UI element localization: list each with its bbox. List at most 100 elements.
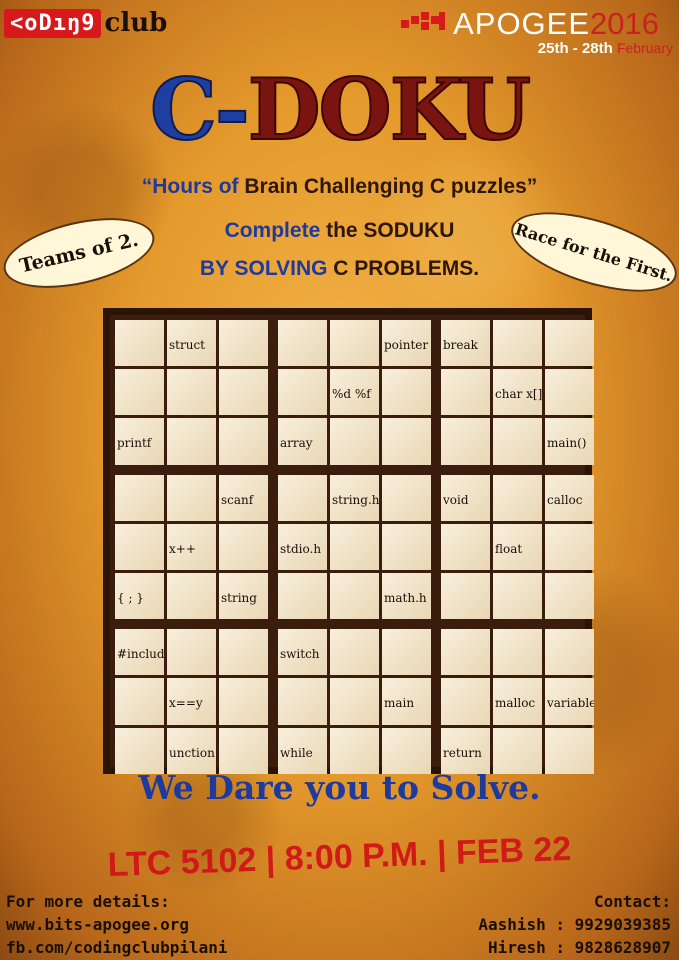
grid-cell: scanf: [219, 474, 268, 521]
footer-details: For more details: www.bits-apogee.org fb…: [6, 890, 228, 959]
grid-cell-text: x++: [169, 541, 196, 556]
grid-cell-text: { ; }: [117, 591, 144, 605]
contact-label: Contact:: [593, 892, 671, 911]
grid-cell-text: main: [384, 696, 415, 711]
grid-cell-text: scanf: [221, 492, 254, 507]
page-title: C-DOKU: [0, 67, 679, 153]
grid-cell: [382, 369, 431, 416]
grid-cell-text: void: [443, 492, 469, 507]
grid-cell: [493, 727, 542, 774]
grid-cell: [382, 474, 431, 521]
grid-cell: [493, 573, 542, 620]
grid-cell-text: char x[]: [495, 387, 542, 402]
grid-cell: [115, 678, 164, 725]
grid-cell-text: break: [443, 338, 478, 352]
grid-cell: switch: [278, 629, 327, 676]
grid-cell: [330, 418, 379, 465]
grid-cell-text: variable: [547, 696, 594, 711]
grid-cell: void: [441, 474, 490, 521]
grid-cell: [167, 474, 216, 521]
grid-cell-text: printf: [117, 436, 152, 451]
details-label: For more details:: [6, 892, 170, 911]
grid-cell: [382, 523, 431, 570]
grid-cell: [115, 320, 164, 367]
grid-cell-text: while: [280, 745, 313, 760]
contact-hiresh: Hiresh : 9828628907: [487, 938, 671, 957]
grid-cell: [115, 523, 164, 570]
grid-cell: malloc: [493, 678, 542, 725]
grid-cell: char x[]: [493, 369, 542, 416]
grid-cell: [441, 678, 490, 725]
grid-cell: [219, 727, 268, 774]
grid-cell-text: string.h: [332, 492, 379, 507]
grid-cell-text: math.h: [384, 591, 427, 605]
grid-cell: [167, 629, 216, 676]
grid-cell-text: main(): [547, 436, 587, 451]
grid-cell: [545, 629, 594, 676]
grid-cell: string.h: [330, 474, 379, 521]
event-info: LTC 5102 | 8:00 P.M. | FEB 22: [107, 829, 572, 885]
grid-cell: [441, 523, 490, 570]
grid-cell: [493, 418, 542, 465]
grid-cell: math.h: [382, 573, 431, 620]
grid-cell: while: [278, 727, 327, 774]
grid-cell: [330, 629, 379, 676]
facebook-link[interactable]: fb.com/codingclubpilani: [6, 936, 228, 959]
grid-cell-text: calloc: [547, 492, 583, 507]
grid-cell-text: struct: [169, 338, 205, 352]
grid-cell: [115, 369, 164, 416]
grid-cell-text: float: [495, 541, 523, 556]
grid-cell: [545, 523, 594, 570]
grid-cell: [493, 629, 542, 676]
grid-cell: [545, 369, 594, 416]
grid-cell: [115, 474, 164, 521]
grid-cell: [278, 573, 327, 620]
grid-cell: string: [219, 573, 268, 620]
coding-club-logo: <oDıŋ9 club: [4, 8, 167, 38]
grid-cell: [545, 727, 594, 774]
grid-cell: x==y: [167, 678, 216, 725]
grid-cell: [167, 418, 216, 465]
grid-cell-text: #include: [117, 647, 164, 662]
grid-cell: x++: [167, 523, 216, 570]
website-link[interactable]: www.bits-apogee.org: [6, 913, 228, 936]
grid-cell: main(): [545, 418, 594, 465]
grid-cell: [441, 418, 490, 465]
race-bubble: Race for the First.: [502, 196, 679, 308]
apogee-name: APOGEE: [453, 6, 591, 41]
grid-cell: [219, 629, 268, 676]
grid-cell: [330, 573, 379, 620]
grid-cell-text: stdio.h: [280, 541, 322, 556]
grid-cell: { ; }: [115, 573, 164, 620]
grid-cell: pointer: [382, 320, 431, 367]
grid-cell: array: [278, 418, 327, 465]
title-doku: DOKU: [247, 60, 532, 159]
grid-cell: [441, 369, 490, 416]
grid-cell: [330, 678, 379, 725]
grid-cell: return: [441, 727, 490, 774]
grid-cell: [382, 629, 431, 676]
club-word: club: [104, 8, 168, 38]
grid-cell: [278, 474, 327, 521]
grid-cell-text: x==y: [169, 696, 203, 711]
contact-aashish: Aashish : 9929039385: [478, 915, 671, 934]
grid-cell: [330, 523, 379, 570]
grid-cell: [382, 727, 431, 774]
footer-contact: Contact: Aashish : 9929039385 Hiresh : 9…: [478, 890, 671, 959]
grid-cell: [115, 727, 164, 774]
coding-logo-badge: <oDıŋ9: [4, 8, 102, 38]
grid-cell: stdio.h: [278, 523, 327, 570]
grid-cell-text: %d %f: [332, 387, 371, 402]
grid-cell: main: [382, 678, 431, 725]
tagline: “Hours of Brain Challenging C puzzles”: [141, 175, 538, 198]
sudoku-grid: struct pointer break %d %f char x[] printf arr…: [103, 308, 594, 774]
grid-cell: [545, 573, 594, 620]
grid-cell: unction: [167, 727, 216, 774]
grid-cell: [219, 678, 268, 725]
grid-cell: #include: [115, 629, 164, 676]
grid-cell: [278, 320, 327, 367]
grid-cell-text: return: [443, 745, 482, 760]
grid-cell: [219, 418, 268, 465]
grid-cell-text: pointer: [384, 338, 429, 352]
grid-cell: [330, 320, 379, 367]
